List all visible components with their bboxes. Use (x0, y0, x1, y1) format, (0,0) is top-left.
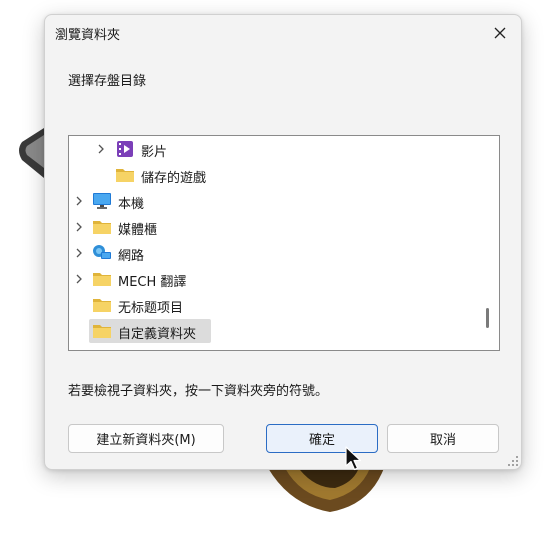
chevron-right-icon[interactable] (74, 221, 84, 233)
chevron-right-icon[interactable] (74, 273, 84, 285)
prompt-text: 選擇存盤目錄 (68, 74, 147, 89)
tree-item-this-pc[interactable]: 本機 (69, 189, 479, 213)
folder-icon (93, 299, 111, 312)
tree-item-label: 本機 (118, 197, 145, 212)
scrollbar-thumb[interactable] (486, 308, 489, 328)
tree-item-libraries[interactable]: 媒體櫃 (69, 215, 479, 239)
folder-icon (93, 221, 111, 234)
folder-icon (93, 325, 111, 338)
cancel-button[interactable]: 取消 (387, 424, 499, 453)
tree-item-videos[interactable]: 影片 (69, 137, 479, 161)
tree-item-label: 影片 (141, 145, 168, 160)
folder-tree[interactable]: 影片 儲存的遊戲 本機 媒體櫃 網路 MECH 翻譯 无标题项目 自定義資料夾 (68, 135, 500, 351)
tree-item-custom-folder[interactable]: 自定義資料夾 (69, 319, 479, 343)
resize-grip-icon[interactable] (507, 455, 519, 467)
video-folder-icon (117, 141, 133, 157)
tree-item-label: 網路 (118, 249, 145, 264)
mouse-cursor-icon (345, 446, 362, 471)
folder-icon (93, 273, 111, 286)
close-icon (494, 27, 506, 39)
tree-item-label: 自定義資料夾 (118, 327, 197, 342)
title-bar: 瀏覽資料夾 (45, 15, 521, 51)
chevron-right-icon[interactable] (96, 143, 106, 155)
tree-item-label: 儲存的遊戲 (141, 171, 207, 186)
tree-item-label: 媒體櫃 (118, 223, 158, 238)
tree-item-saved-games[interactable]: 儲存的遊戲 (69, 163, 479, 187)
hint-text: 若要檢視子資料夾，按一下資料夾旁的符號。 (68, 384, 329, 399)
network-icon (93, 245, 111, 259)
browse-folder-dialog: 瀏覽資料夾 選擇存盤目錄 影片 儲存的遊戲 本機 媒體櫃 網路 MECH 翻譯 … (44, 14, 522, 470)
tree-item-mech-translation[interactable]: MECH 翻譯 (69, 267, 479, 291)
tree-item-network[interactable]: 網路 (69, 241, 479, 265)
tree-item-label: 无标题项目 (118, 301, 184, 316)
computer-icon (93, 193, 111, 209)
chevron-right-icon[interactable] (74, 247, 84, 259)
tree-item-label: MECH 翻譯 (118, 275, 187, 290)
chevron-right-icon[interactable] (74, 195, 84, 207)
folder-icon (116, 169, 134, 182)
dialog-title: 瀏覽資料夾 (55, 28, 121, 43)
tree-item-untitled-project[interactable]: 无标题项目 (69, 293, 479, 317)
close-button[interactable] (485, 19, 515, 47)
new-folder-button[interactable]: 建立新資料夾(M) (68, 424, 224, 453)
